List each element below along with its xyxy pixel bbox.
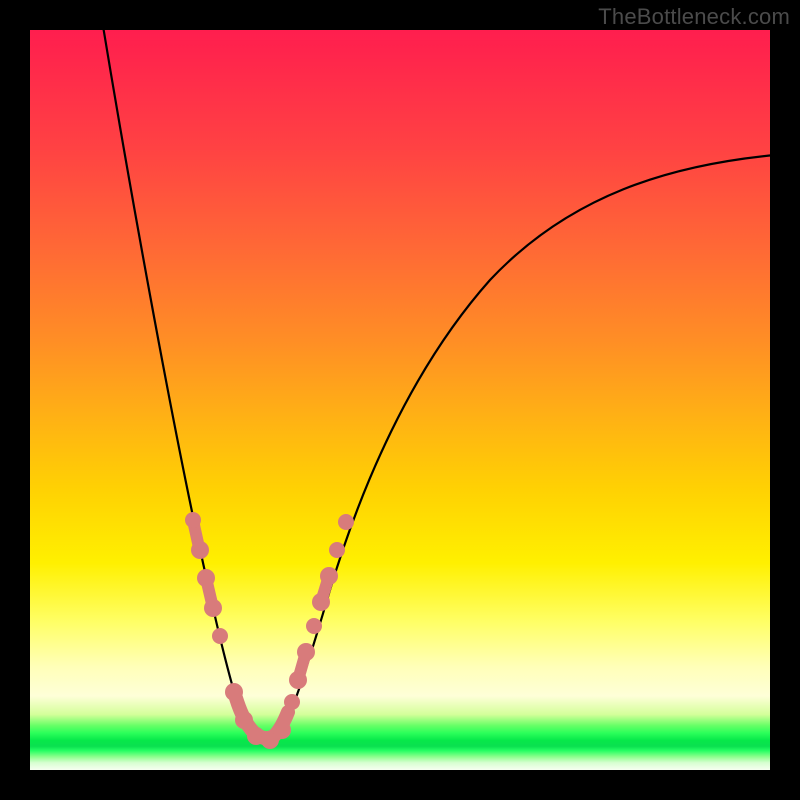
plot-area bbox=[30, 30, 770, 770]
dots-right-6 bbox=[320, 567, 338, 585]
dots-right-1 bbox=[284, 694, 300, 710]
dots-left-1 bbox=[185, 512, 201, 528]
dots-bottom-5 bbox=[273, 721, 291, 739]
watermark-text: TheBottleneck.com bbox=[598, 4, 790, 30]
curve-layer bbox=[30, 30, 770, 770]
dots-right-3 bbox=[297, 643, 315, 661]
dots-left-4 bbox=[204, 599, 222, 617]
dots-bottom-1 bbox=[225, 683, 243, 701]
dots-left-3 bbox=[197, 569, 215, 587]
dots-right-4 bbox=[306, 618, 322, 634]
dots-right-2 bbox=[289, 671, 307, 689]
chart-frame: TheBottleneck.com bbox=[0, 0, 800, 800]
dots-left-2 bbox=[191, 541, 209, 559]
dots-right-8 bbox=[338, 514, 354, 530]
right-branch bbox=[276, 155, 775, 738]
dots-right-5 bbox=[312, 593, 330, 611]
dots-right-7 bbox=[329, 542, 345, 558]
dots-bottom-2 bbox=[235, 711, 253, 729]
left-branch bbox=[102, 20, 258, 738]
dots-left-5 bbox=[212, 628, 228, 644]
